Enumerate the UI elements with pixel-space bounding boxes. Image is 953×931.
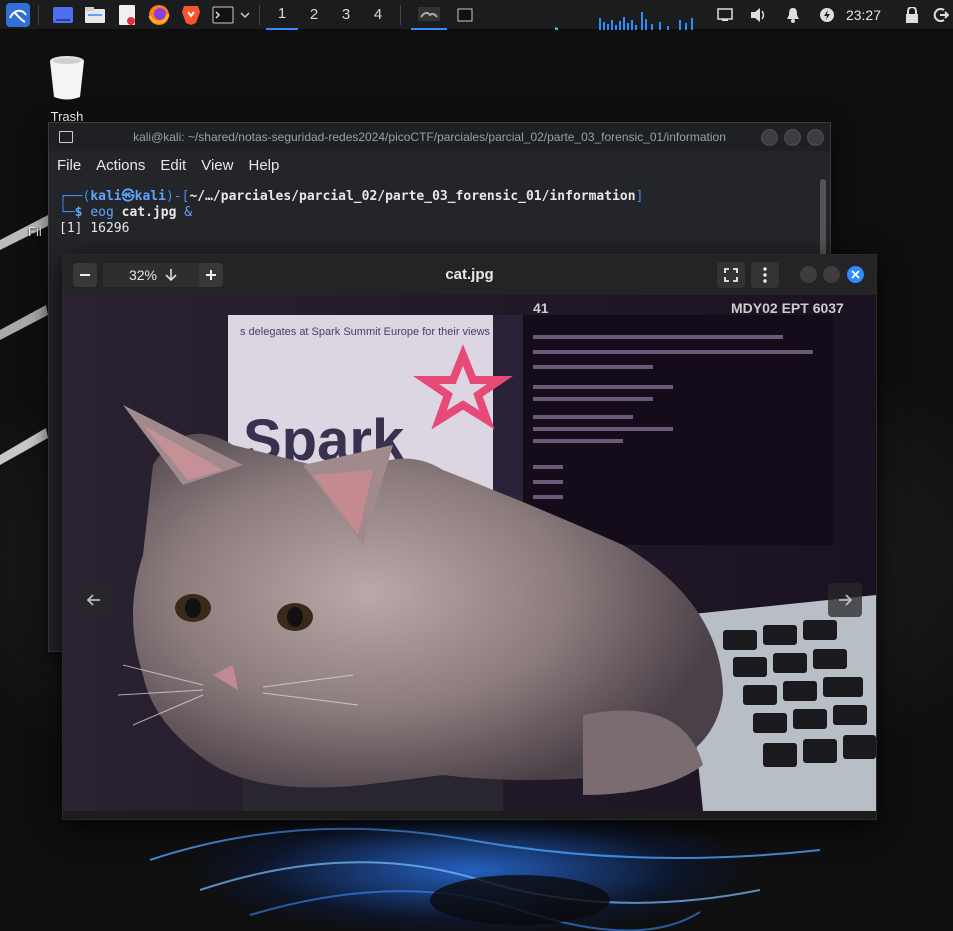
menu-actions[interactable]: Actions	[96, 157, 145, 174]
notifications-icon[interactable]	[776, 0, 810, 30]
taskbar-image-viewer[interactable]	[411, 0, 447, 30]
volume-icon[interactable]	[742, 0, 776, 30]
terminal-output[interactable]: ┌──(kali㉿kali)-[~/…/parciales/parcial_02…	[49, 179, 830, 237]
close-button[interactable]	[847, 266, 864, 283]
command-arg: cat.jpg	[121, 205, 177, 220]
fullscreen-button[interactable]	[717, 262, 745, 288]
chevron-down-icon[interactable]	[237, 1, 253, 29]
terminal-titlebar[interactable]: kali@kali: ~/shared/notas-seguridad-rede…	[49, 123, 830, 151]
taskbar-terminal[interactable]	[451, 1, 479, 29]
menu-file[interactable]: File	[57, 157, 81, 174]
cat-photo: s delegates at Spark Summit Europe for t…	[63, 295, 876, 811]
command-output: [1] 16296	[59, 221, 130, 236]
panel-separator	[400, 4, 401, 25]
prompt-user: kali	[90, 189, 122, 204]
command-bg: &	[184, 205, 193, 220]
workspace-2[interactable]: 2	[298, 0, 330, 30]
menu-view[interactable]: View	[201, 157, 233, 174]
fullscreen-icon	[724, 268, 738, 282]
minimize-button[interactable]	[761, 129, 778, 146]
kebab-menu-icon	[763, 267, 767, 283]
workspace-4[interactable]: 4	[362, 0, 394, 30]
menu-edit[interactable]: Edit	[160, 157, 186, 174]
arrow-left-icon	[87, 594, 100, 606]
file-manager-icon[interactable]	[81, 1, 109, 29]
zoom-out-button[interactable]	[73, 263, 97, 287]
top-panel: 1 2 3 4 23:27	[0, 0, 953, 30]
prompt-path: ~/…/parciales/parcial_02/parte_03_forens…	[189, 189, 636, 204]
terminal-menubar: File Actions Edit View Help	[49, 151, 830, 179]
close-button[interactable]	[807, 129, 824, 146]
terminal-scrollbar[interactable]	[820, 179, 826, 259]
clock[interactable]: 23:27	[844, 7, 895, 23]
menu-help[interactable]: Help	[248, 157, 279, 174]
zoom-in-button[interactable]	[199, 263, 223, 287]
viewer-headerbar[interactable]: 32% cat.jpg	[63, 255, 876, 295]
network-icon[interactable]	[708, 0, 742, 30]
photo-top-left-number: 41	[533, 300, 549, 316]
terminal-icon[interactable]	[209, 1, 237, 29]
menu-button[interactable]	[751, 262, 779, 288]
minimize-button[interactable]	[800, 266, 817, 283]
zoom-selector[interactable]: 32%	[103, 263, 203, 287]
show-desktop-icon[interactable]	[49, 1, 77, 29]
minus-icon	[80, 274, 90, 276]
zoom-value: 32%	[128, 267, 158, 283]
arrow-right-icon	[839, 594, 852, 606]
window-controls	[761, 129, 824, 146]
lock-icon[interactable]	[895, 0, 929, 30]
plus-icon	[206, 270, 216, 280]
arrow-down-icon	[165, 269, 177, 282]
terminal-title: kali@kali: ~/shared/notas-seguridad-rede…	[133, 130, 726, 144]
close-icon	[851, 270, 860, 279]
workspace-1[interactable]: 1	[266, 0, 298, 30]
next-image-button[interactable]	[828, 583, 862, 617]
terminal-window-icon	[59, 131, 73, 143]
photo-top-right-text: MDY02 EPT 6037	[731, 300, 844, 316]
firefox-icon[interactable]	[145, 1, 173, 29]
text-editor-icon[interactable]	[113, 1, 141, 29]
prompt-at: ㉿	[121, 189, 135, 204]
prompt-host: kali	[134, 189, 166, 204]
desktop-icon-label-partial: Fil	[28, 224, 42, 239]
system-tray: 23:27	[708, 0, 953, 30]
maximize-button[interactable]	[784, 129, 801, 146]
cpu-graph	[555, 12, 693, 30]
panel-separator	[38, 4, 39, 25]
panel-separator	[259, 4, 260, 25]
trash-icon	[50, 56, 84, 100]
workspace-3[interactable]: 3	[330, 0, 362, 30]
kali-menu-icon[interactable]	[4, 1, 32, 29]
power-icon[interactable]	[810, 0, 844, 30]
image-canvas[interactable]: s delegates at Spark Summit Europe for t…	[63, 295, 876, 811]
previous-image-button[interactable]	[77, 583, 111, 617]
command-name: eog	[90, 205, 114, 220]
logout-icon[interactable]	[929, 0, 953, 30]
brave-icon[interactable]	[177, 1, 205, 29]
image-viewer-window: 32% cat.jpg s delegates at Spark Summit …	[62, 254, 877, 820]
maximize-button[interactable]	[823, 266, 840, 283]
trash-desktop-icon[interactable]: Trash	[40, 55, 94, 124]
photo-banner-text: s delegates at Spark Summit Europe for t…	[240, 326, 491, 338]
